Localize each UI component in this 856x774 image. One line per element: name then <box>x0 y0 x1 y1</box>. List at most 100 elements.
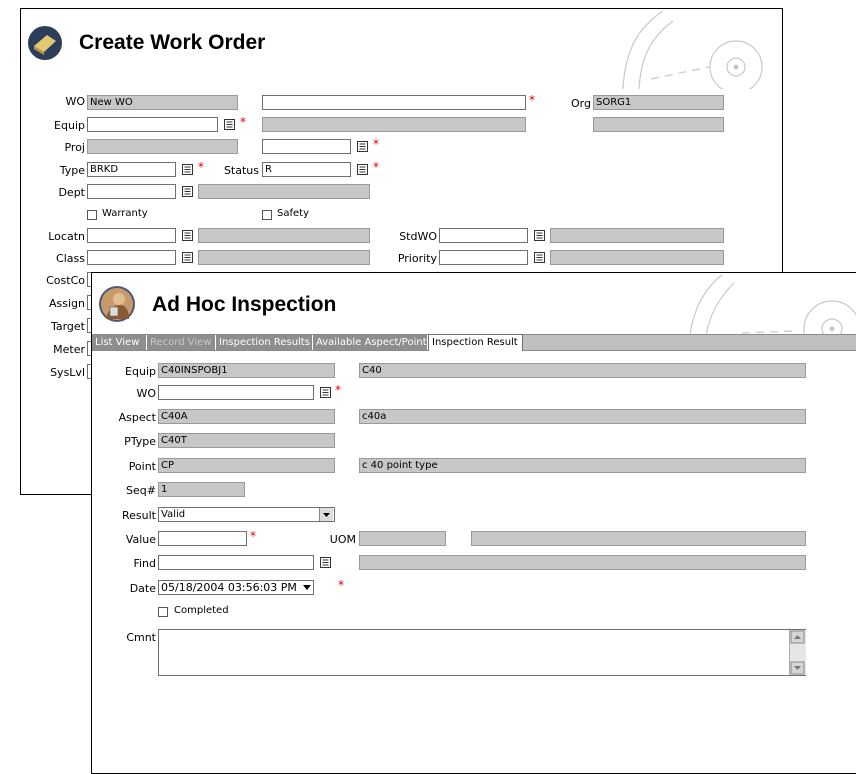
priority-description-field <box>550 250 724 265</box>
aspect-description-field: c40a <box>359 409 806 424</box>
status-field[interactable]: R <box>262 162 351 177</box>
tab-inspection-results[interactable]: Inspection Results <box>216 335 313 350</box>
locatn-field[interactable] <box>87 228 176 243</box>
aspect-label: Aspect <box>118 411 156 424</box>
assign-label: Assign <box>49 297 85 310</box>
scroll-up-icon[interactable] <box>790 630 806 644</box>
result-label: Result <box>122 509 156 522</box>
required-marker: * <box>373 137 379 151</box>
costco-label: CostCo <box>46 274 85 287</box>
ptype-label: PType <box>124 435 156 448</box>
priority-field[interactable] <box>439 250 528 265</box>
equip-field[interactable] <box>87 117 218 132</box>
date-dropdown-icon[interactable] <box>302 581 312 594</box>
org-field[interactable]: SORG1 <box>593 95 724 110</box>
seq-field[interactable]: 1 <box>158 482 245 497</box>
value-label: Value <box>125 533 156 546</box>
value-field[interactable] <box>158 531 247 546</box>
point-field[interactable]: CP <box>158 458 335 473</box>
equip-field[interactable]: C40INSPOBJ1 <box>158 363 335 378</box>
dropdown-arrow-icon[interactable] <box>319 508 333 521</box>
lookup-icon[interactable] <box>182 186 193 197</box>
lookup-icon[interactable] <box>534 230 545 241</box>
syslvl-label: SysLvl <box>50 366 85 379</box>
watermark-emblem-icon <box>622 10 763 89</box>
dept-field[interactable] <box>87 184 176 199</box>
org-description-field <box>593 117 724 132</box>
dept-label: Dept <box>58 186 85 199</box>
result-select[interactable]: Valid <box>158 507 335 522</box>
wo-field[interactable] <box>158 385 314 400</box>
lookup-icon[interactable] <box>182 252 193 263</box>
comment-textarea[interactable] <box>158 629 806 676</box>
proj-budget-field[interactable] <box>262 139 351 154</box>
date-value: 05/18/2004 03:56:03 PM <box>161 581 297 594</box>
tab-inspection-result[interactable]: Inspection Result <box>428 334 523 351</box>
scroll-down-icon[interactable] <box>790 661 806 675</box>
lookup-icon[interactable] <box>182 230 193 241</box>
aspect-field[interactable]: C40A <box>158 409 335 424</box>
work-order-logo-icon <box>28 26 62 60</box>
safety-checkbox[interactable] <box>262 210 272 220</box>
type-label: Type <box>59 164 85 177</box>
warranty-checkbox[interactable] <box>87 210 97 220</box>
wo-label: WO <box>136 387 156 400</box>
required-marker: * <box>373 160 379 174</box>
lookup-icon[interactable] <box>320 557 331 568</box>
find-label: Find <box>133 557 156 570</box>
watermark-emblem-icon <box>689 274 856 335</box>
point-description-field: c 40 point type <box>359 458 806 473</box>
equip-label: Equip <box>125 365 156 378</box>
required-marker: * <box>240 115 246 129</box>
stdwo-field[interactable] <box>439 228 528 243</box>
lookup-icon[interactable] <box>182 164 193 175</box>
date-field[interactable]: 05/18/2004 03:56:03 PM <box>158 580 314 595</box>
locatn-description-field <box>198 228 370 243</box>
ad-hoc-inspection-window: Ad Hoc Inspection List View Record View … <box>91 272 856 774</box>
class-field[interactable] <box>87 250 176 265</box>
class-label: Class <box>56 252 85 265</box>
proj-field[interactable] <box>87 139 238 154</box>
lookup-icon[interactable] <box>357 164 368 175</box>
completed-checkbox[interactable] <box>158 607 168 617</box>
tab-bar: List View Record View Inspection Results… <box>92 334 856 351</box>
lookup-icon[interactable] <box>357 141 368 152</box>
required-marker: * <box>338 578 344 592</box>
tab-record-view[interactable]: Record View <box>147 335 216 350</box>
lookup-icon[interactable] <box>224 119 235 130</box>
required-marker: * <box>335 383 341 397</box>
scrollbar[interactable] <box>789 630 806 675</box>
completed-label: Completed <box>174 605 229 616</box>
class-description-field <box>198 250 370 265</box>
page-title: Create Work Order <box>79 31 266 54</box>
equip-label: Equip <box>54 119 85 132</box>
equip-description-field: C40 <box>359 363 806 378</box>
required-marker: * <box>250 529 256 543</box>
wo-label: WO <box>65 95 85 108</box>
tab-available-aspect-point[interactable]: Available Aspect/Point <box>313 335 428 350</box>
locatn-label: Locatn <box>48 230 85 243</box>
required-marker: * <box>529 93 535 107</box>
date-label: Date <box>129 582 156 595</box>
uom-field[interactable] <box>359 531 446 546</box>
ptype-field[interactable]: C40T <box>158 433 335 448</box>
safety-label: Safety <box>277 208 309 219</box>
priority-label: Priority <box>397 252 437 265</box>
inspection-logo-icon <box>99 286 135 322</box>
point-label: Point <box>128 460 156 473</box>
tab-list-view[interactable]: List View <box>92 335 147 350</box>
org-label: Org <box>571 97 591 110</box>
find-field[interactable] <box>158 555 314 570</box>
dept-description-field <box>198 184 370 199</box>
page-title: Ad Hoc Inspection <box>152 293 337 316</box>
target-label: Target <box>50 320 85 333</box>
lookup-icon[interactable] <box>534 252 545 263</box>
meter-label: Meter <box>53 343 85 356</box>
stdwo-description-field <box>550 228 724 243</box>
stdwo-label: StdWO <box>399 230 437 243</box>
wo-description-field[interactable] <box>262 95 526 110</box>
type-field[interactable]: BRKD <box>87 162 176 177</box>
wo-field[interactable]: New WO <box>87 95 238 110</box>
lookup-icon[interactable] <box>320 387 331 398</box>
proj-label: Proj <box>64 141 85 154</box>
